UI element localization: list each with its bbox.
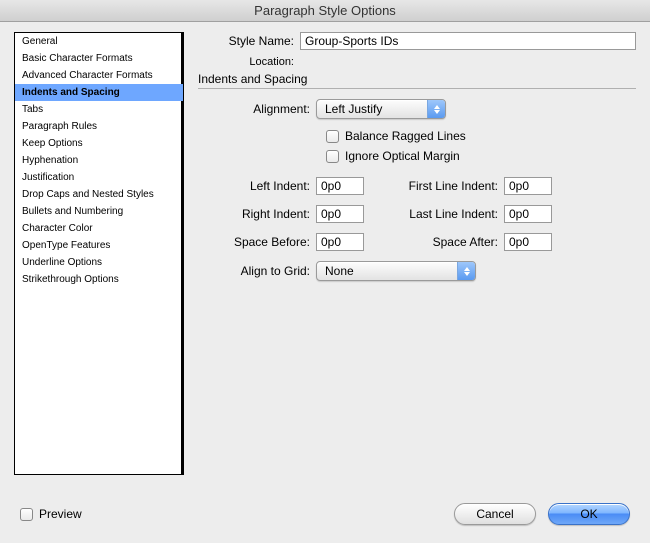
space-before-label: Space Before: — [208, 235, 316, 249]
sidebar-item-underline[interactable]: Underline Options — [15, 254, 183, 271]
last-line-input[interactable] — [504, 205, 552, 223]
space-after-input[interactable] — [504, 233, 552, 251]
align-grid-label: Align to Grid: — [208, 264, 316, 278]
preview-checkbox[interactable] — [20, 508, 33, 521]
style-name-input[interactable] — [300, 32, 636, 50]
last-line-label: Last Line Indent: — [364, 207, 504, 221]
space-before-input[interactable] — [316, 233, 364, 251]
location-label: Location: — [198, 56, 300, 68]
alignment-value: Left Justify — [317, 102, 390, 116]
align-grid-value: None — [317, 264, 362, 278]
sidebar-item-bullets[interactable]: Bullets and Numbering — [15, 203, 183, 220]
divider — [198, 88, 636, 89]
space-after-label: Space After: — [364, 235, 504, 249]
ignore-margin-label: Ignore Optical Margin — [345, 149, 460, 163]
sidebar-item-indents-spacing[interactable]: Indents and Spacing — [15, 84, 183, 101]
category-sidebar[interactable]: General Basic Character Formats Advanced… — [14, 32, 184, 475]
sidebar-item-strikethrough[interactable]: Strikethrough Options — [15, 271, 183, 288]
content-area: General Basic Character Formats Advanced… — [0, 22, 650, 496]
updown-arrows-icon — [457, 262, 475, 280]
first-line-label: First Line Indent: — [364, 179, 504, 193]
section-title: Indents and Spacing — [198, 72, 636, 86]
right-indent-input[interactable] — [316, 205, 364, 223]
cancel-button[interactable]: Cancel — [454, 503, 536, 525]
first-line-input[interactable] — [504, 177, 552, 195]
sidebar-item-paragraph-rules[interactable]: Paragraph Rules — [15, 118, 183, 135]
sidebar-item-advanced-char[interactable]: Advanced Character Formats — [15, 67, 183, 84]
preview-label: Preview — [39, 507, 82, 521]
sidebar-item-opentype[interactable]: OpenType Features — [15, 237, 183, 254]
sidebar-item-hyphenation[interactable]: Hyphenation — [15, 152, 183, 169]
updown-arrows-icon — [427, 100, 445, 118]
alignment-label: Alignment: — [208, 102, 316, 116]
alignment-select[interactable]: Left Justify — [316, 99, 446, 119]
style-name-label: Style Name: — [198, 34, 300, 48]
sidebar-item-justification[interactable]: Justification — [15, 169, 183, 186]
sidebar-item-tabs[interactable]: Tabs — [15, 101, 183, 118]
ok-button[interactable]: OK — [548, 503, 630, 525]
sidebar-item-char-color[interactable]: Character Color — [15, 220, 183, 237]
balance-label: Balance Ragged Lines — [345, 129, 466, 143]
footer: Preview Cancel OK — [0, 496, 650, 532]
main-panel: Style Name: Location: Indents and Spacin… — [184, 32, 636, 496]
left-indent-input[interactable] — [316, 177, 364, 195]
ignore-margin-checkbox[interactable] — [326, 150, 339, 163]
sidebar-item-basic-char[interactable]: Basic Character Formats — [15, 50, 183, 67]
sidebar-item-keep-options[interactable]: Keep Options — [15, 135, 183, 152]
sidebar-item-drop-caps[interactable]: Drop Caps and Nested Styles — [15, 186, 183, 203]
balance-checkbox[interactable] — [326, 130, 339, 143]
sidebar-item-general[interactable]: General — [15, 33, 183, 50]
right-indent-label: Right Indent: — [208, 207, 316, 221]
left-indent-label: Left Indent: — [208, 179, 316, 193]
window-title: Paragraph Style Options — [0, 0, 650, 22]
align-grid-select[interactable]: None — [316, 261, 476, 281]
